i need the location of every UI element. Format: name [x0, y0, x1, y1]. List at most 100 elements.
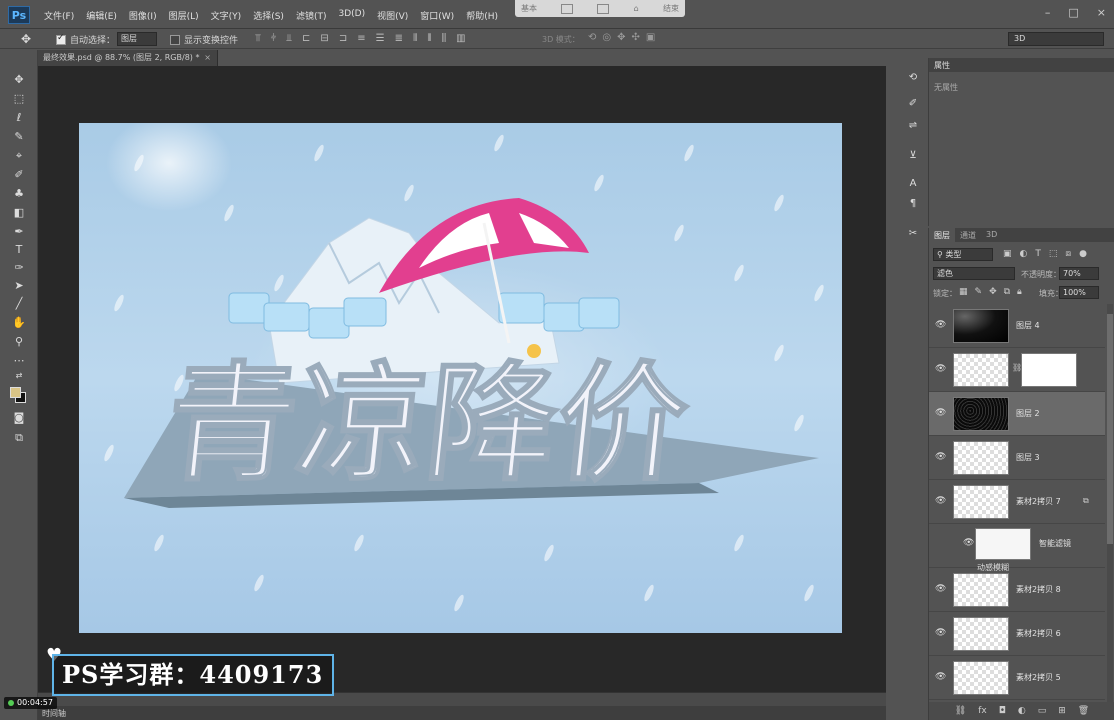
align-left-icon[interactable]: ⊏ [302, 33, 310, 44]
visibility-eye-icon[interactable]: 👁︎ [935, 364, 946, 374]
align-hcenter-icon[interactable]: ⊟ [320, 33, 328, 44]
layer-row[interactable]: 👁︎ 素材2拷贝 8 [929, 568, 1105, 612]
layer-filter-dropdown[interactable]: ⚲ 类型 [933, 248, 993, 261]
layer-select-dropdown[interactable]: 图层 [117, 32, 157, 46]
home-icon[interactable]: ⌂ [634, 4, 639, 13]
workspace-end-button[interactable]: 结束 [663, 3, 679, 14]
workspace-basic-button[interactable]: 基本 [521, 3, 537, 14]
blend-mode-dropdown[interactable]: 滤色 [933, 267, 1015, 280]
layer-row[interactable]: 👁︎ 素材2拷贝 5 [929, 656, 1105, 700]
hand-tool-icon[interactable]: ✋ [11, 315, 27, 331]
smart-filter-mask-thumbnail[interactable] [975, 528, 1031, 560]
move-icon[interactable]: ✥ [21, 32, 31, 46]
document-tab[interactable]: 最终效果.psd @ 88.7% (图层 2, RGB/8) * × [38, 50, 218, 66]
visibility-eye-icon[interactable]: 👁︎ [935, 320, 946, 330]
visibility-eye-icon[interactable]: 👁︎ [935, 452, 946, 462]
paths-icon[interactable]: ⊻ [905, 148, 921, 164]
tab-3d[interactable]: 3D [981, 228, 1002, 242]
menu-edit[interactable]: 编辑(E) [80, 9, 123, 22]
timeline-tab[interactable]: 时间轴 [38, 706, 886, 720]
align-vcenter-icon[interactable]: ⫩ [271, 33, 277, 44]
fill-input[interactable]: 100% [1059, 286, 1099, 299]
quick-mask-icon[interactable]: ◙ [11, 410, 27, 426]
tab-channels[interactable]: 通道 [955, 228, 981, 242]
brush-tool-icon[interactable]: ✐ [11, 167, 27, 183]
clone-stamp-tool-icon[interactable]: ♣ [11, 186, 27, 202]
scale-3d-icon[interactable]: ▣ [646, 32, 655, 43]
layer-row[interactable]: 👁︎ 图层 2 [929, 392, 1105, 436]
marquee-icon[interactable] [561, 3, 574, 14]
menu-file[interactable]: 文件(F) [38, 9, 80, 22]
eraser-tool-icon[interactable]: ◧ [11, 205, 27, 221]
layer-row[interactable]: 👁︎ 素材2拷贝 6 [929, 612, 1105, 656]
add-mask-icon[interactable]: ◘ [999, 706, 1006, 716]
distribute-vcenter-icon[interactable]: ☰ [376, 33, 385, 44]
maximize-button[interactable]: □ [1068, 6, 1078, 19]
lock-all-icon[interactable]: 🔒︎ [1017, 287, 1022, 297]
marquee-tool-icon[interactable]: ⬚ [11, 91, 27, 107]
line-tool-icon[interactable]: ╱ [11, 296, 27, 312]
filter-toggle-icon[interactable]: ● [1079, 249, 1087, 259]
auto-select[interactable]: 自动选择： [56, 33, 115, 46]
layer-row[interactable]: 👁︎ 素材2拷贝 7 ⧉ [929, 480, 1105, 524]
character-icon[interactable]: A [905, 176, 921, 192]
brush-presets-icon[interactable]: ✐ [905, 96, 921, 112]
eyedropper-tool-icon[interactable]: ⌖ [11, 148, 27, 164]
type-tool-icon[interactable]: T [11, 242, 27, 258]
layer-row[interactable]: 👁︎ ⛓ [929, 348, 1105, 392]
auto-select-checkbox[interactable] [56, 33, 66, 45]
layers-scrollbar[interactable] [1107, 304, 1113, 704]
show-transform-checkbox[interactable] [170, 34, 180, 45]
workspace-dropdown[interactable]: 3D [1008, 32, 1104, 46]
auto-align-icon[interactable]: ▥ [456, 33, 465, 44]
show-transform[interactable]: 显示变换控件 [170, 33, 238, 46]
pen-path-tool-icon[interactable]: ✑ [11, 260, 27, 276]
more-tools-icon[interactable]: ⋯ [11, 353, 27, 369]
close-button[interactable]: × [1097, 6, 1106, 19]
minimize-button[interactable]: – [1045, 6, 1051, 19]
smart-filter-row[interactable]: 👁︎ 智能滤镜 动感模糊 [929, 524, 1105, 572]
menu-view[interactable]: 视图(V) [371, 9, 414, 22]
tools-icon[interactable]: ✂ [905, 226, 921, 242]
visibility-eye-icon[interactable]: 👁︎ [963, 538, 974, 548]
move-tool-icon[interactable]: ✥ [11, 72, 27, 88]
menu-3d[interactable]: 3D(D) [332, 9, 371, 22]
lock-image-icon[interactable]: ✎ [975, 287, 983, 297]
lock-artboard-icon[interactable]: ⧉ [1004, 287, 1010, 297]
panel-icon[interactable] [597, 3, 610, 14]
filter-type-icon[interactable]: T [1035, 249, 1041, 259]
filter-smart-icon[interactable]: ⧈ [1065, 249, 1071, 259]
opacity-input[interactable]: 70% [1059, 267, 1099, 280]
layer-row[interactable]: 👁︎ 图层 4 [929, 304, 1105, 348]
distribute-bottom-icon[interactable]: ≣ [395, 33, 403, 44]
new-group-icon[interactable]: ▭ [1038, 706, 1047, 716]
distribute-top-icon[interactable]: ≡ [357, 33, 365, 44]
align-right-icon[interactable]: ⊐ [339, 33, 347, 44]
properties-tab[interactable]: 属性 [929, 58, 1114, 72]
lasso-tool-icon[interactable]: ℓ [11, 110, 27, 126]
distribute-left-icon[interactable]: ⦀ [413, 33, 417, 44]
visibility-eye-icon[interactable]: 👁︎ [935, 584, 946, 594]
adjustments-icon[interactable]: ⇌ [905, 118, 921, 134]
menu-filter[interactable]: 滤镜(T) [290, 9, 333, 22]
visibility-eye-icon[interactable]: 👁︎ [935, 672, 946, 682]
layer-mask-thumbnail[interactable] [1021, 353, 1077, 387]
visibility-eye-icon[interactable]: 👁︎ [935, 496, 946, 506]
visibility-eye-icon[interactable]: 👁︎ [935, 628, 946, 638]
menu-select[interactable]: 选择(S) [247, 9, 290, 22]
link-layers-icon[interactable]: ⛓ [955, 706, 966, 716]
quick-select-tool-icon[interactable]: ✎ [11, 129, 27, 145]
filter-pixel-icon[interactable]: ▣ [1003, 249, 1012, 259]
lock-position-icon[interactable]: ✥ [989, 287, 997, 297]
menu-layer[interactable]: 图层(L) [163, 9, 205, 22]
filter-shape-icon[interactable]: ⬚ [1049, 249, 1058, 259]
path-select-tool-icon[interactable]: ➤ [11, 278, 27, 294]
history-icon[interactable]: ⟲ [905, 70, 921, 86]
drag-3d-icon[interactable]: ✥ [617, 32, 625, 43]
foreground-color-swatch[interactable] [10, 387, 21, 398]
layer-row[interactable]: 👁︎ 图层 3 [929, 436, 1105, 480]
roll-3d-icon[interactable]: ◎ [602, 32, 611, 43]
align-bottom-icon[interactable]: ⫫ [286, 33, 292, 44]
pen-tool-icon[interactable]: ✒ [11, 224, 27, 240]
lock-transparent-icon[interactable]: ▦ [959, 287, 968, 297]
